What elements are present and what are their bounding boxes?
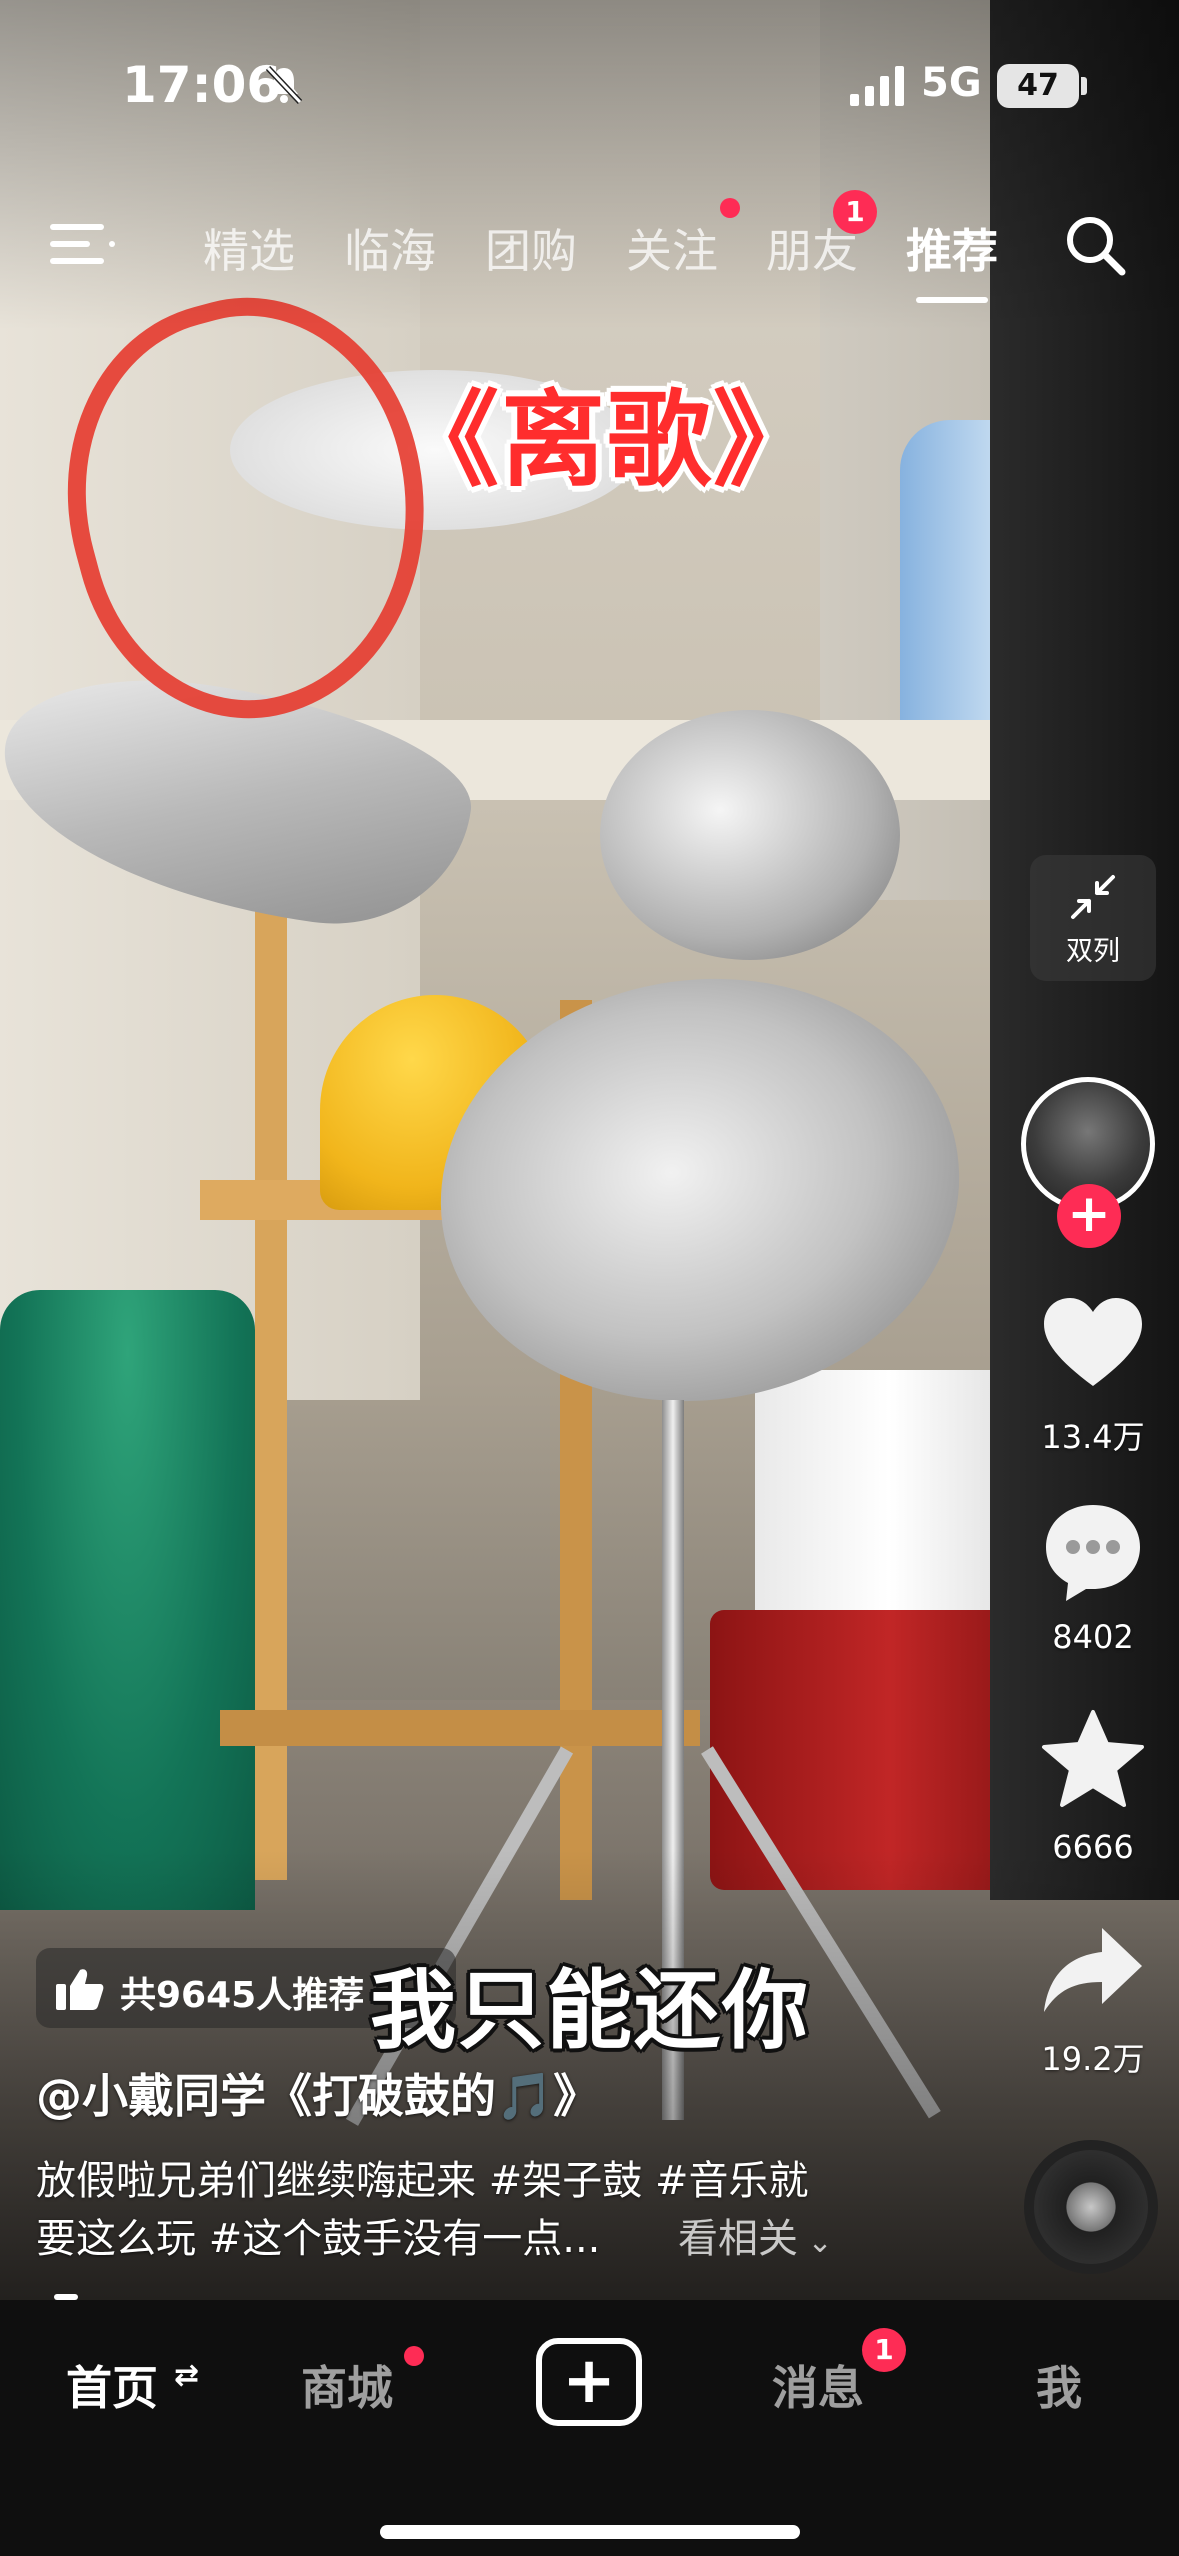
favorite-star-icon[interactable] — [1038, 1706, 1148, 1816]
scene-shelf — [220, 1710, 700, 1746]
comment-icon[interactable] — [1038, 1497, 1148, 1607]
like-heart-icon[interactable] — [1038, 1290, 1148, 1400]
messages-badge: 1 — [862, 2328, 906, 2372]
friends-badge: 1 — [833, 190, 877, 234]
tab-tuangou[interactable]: 团购 — [485, 215, 577, 281]
network-type: 5G — [921, 60, 982, 106]
video-song-title: 《离歌》 — [395, 379, 820, 501]
scene-green-stool — [0, 1290, 255, 1910]
tab-mall[interactable]: 商城 — [301, 2352, 393, 2418]
following-red-dot — [720, 198, 740, 218]
chevron-down-icon: ⌄ — [798, 2225, 833, 2260]
search-icon[interactable] — [1062, 212, 1128, 278]
video-description-line2[interactable]: 要这么玩 #这个鼓手没有一点... — [36, 2206, 600, 2264]
status-bar: 17:06 5G 47 — [0, 0, 1179, 150]
tab-recommend[interactable]: 推荐 — [906, 215, 998, 281]
share-arrow-icon[interactable] — [1038, 1916, 1148, 2026]
menu-icon[interactable] — [50, 222, 116, 266]
tab-me[interactable]: 我 — [1036, 2352, 1082, 2418]
video-feed-screen: 17:06 5G 47 精选 临海 团购 关注 朋友 1 推荐 《离歌》 双列 … — [0, 0, 1179, 2556]
battery-nub — [1081, 77, 1087, 95]
tab-linhai[interactable]: 临海 — [344, 215, 436, 281]
dual-column-label: 双列 — [1066, 936, 1120, 967]
scene-steel-bowl — [600, 710, 900, 960]
signal-icon — [850, 66, 904, 106]
comment-count: 8402 — [1052, 1618, 1134, 1656]
tab-jingxuan[interactable]: 精选 — [203, 215, 295, 281]
favorite-count: 6666 — [1052, 1828, 1134, 1866]
tab-home[interactable]: 首页 — [66, 2352, 158, 2418]
battery-icon: 47 — [997, 64, 1079, 108]
recommend-count-text: 共9645人推荐 — [120, 1975, 365, 2016]
see-related-label: 看相关 — [678, 2216, 798, 2262]
mute-bell-icon — [265, 65, 303, 105]
music-disc[interactable] — [1024, 2140, 1158, 2274]
lyric-subtitle: 我只能还你 — [370, 1961, 810, 2061]
plus-icon: + — [562, 2344, 616, 2418]
video-description-line1[interactable]: 放假啦兄弟们继续嗨起来 #架子鼓 #音乐就 — [36, 2148, 808, 2206]
create-post-button[interactable]: + — [536, 2338, 642, 2426]
shrink-arrows-icon — [1071, 875, 1115, 919]
mall-red-dot — [404, 2346, 424, 2366]
tab-following[interactable]: 关注 — [626, 215, 718, 281]
status-time: 17:06 — [122, 56, 282, 114]
author-name[interactable]: @小戴同学《打破鼓的🎵》 — [36, 2060, 599, 2126]
see-related-link[interactable]: 看相关 ⌄ — [678, 2206, 833, 2264]
tab-messages[interactable]: 消息 — [772, 2352, 864, 2418]
share-count: 19.2万 — [1041, 2040, 1145, 2078]
dual-column-button[interactable]: 双列 — [1030, 855, 1156, 981]
home-indicator — [380, 2525, 800, 2539]
thumbs-up-icon — [56, 1969, 104, 2010]
bottom-tab-bar: 首页 ⇄ 商城 + 消息 1 我 — [0, 2300, 1179, 2556]
like-count: 13.4万 — [1041, 1418, 1145, 1456]
swap-arrows-icon[interactable]: ⇄ — [174, 2358, 199, 2393]
active-tab-underline — [916, 297, 988, 303]
follow-button[interactable]: + — [1057, 1184, 1121, 1248]
